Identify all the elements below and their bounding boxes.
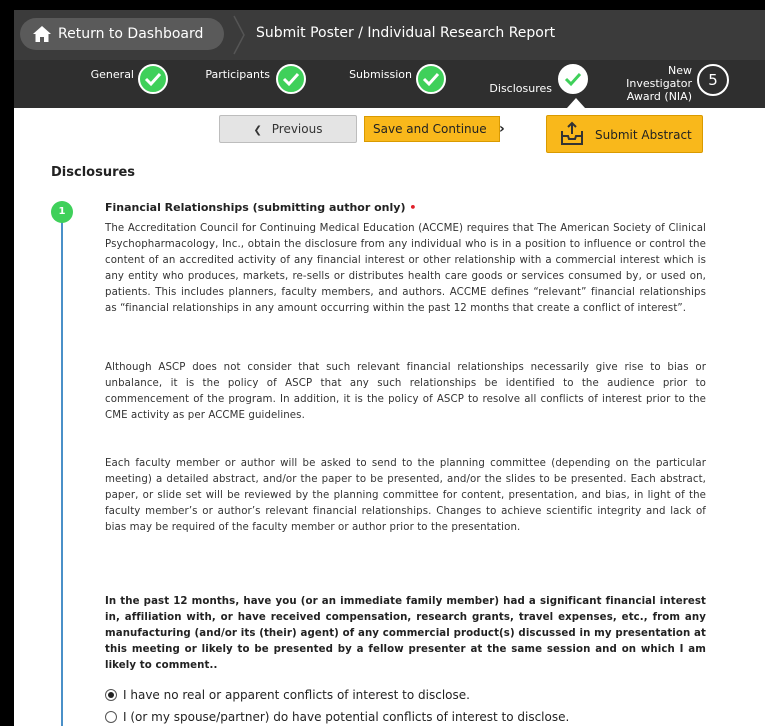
step-disclosures-label[interactable]: Disclosures	[470, 82, 552, 95]
chevron-left-icon: ❮	[253, 125, 262, 136]
step-general-label[interactable]: General	[74, 68, 134, 81]
previous-button[interactable]: ❮ Previous	[219, 115, 357, 143]
save-and-continue-button[interactable]: Save and Continue	[364, 116, 500, 142]
radio-option-no-conflicts[interactable]: I have no real or apparent conflicts of …	[105, 688, 470, 702]
step-nia-line3: Award (NIA)	[626, 90, 692, 103]
step-participants-check[interactable]	[276, 64, 306, 94]
previous-label: Previous	[271, 122, 323, 136]
step-general-check[interactable]	[138, 64, 168, 94]
breadcrumb-separator-icon	[233, 15, 245, 55]
disclosure-question: In the past 12 months, have you (or an i…	[105, 596, 706, 671]
active-step-pointer	[567, 98, 585, 108]
radio-option-no-conflicts-label: I have no real or apparent conflicts of …	[123, 688, 470, 702]
step-nia-line1: New	[668, 64, 692, 77]
step-participants-label[interactable]: Participants	[194, 68, 270, 81]
disclosure-paragraph-1: The Accreditation Council for Continuing…	[105, 223, 706, 314]
question-title-text: Financial Relationships (submitting auth…	[105, 201, 406, 214]
step-submission-label[interactable]: Submission	[334, 68, 412, 81]
timeline-line	[61, 220, 63, 726]
radio-button-unchecked[interactable]	[105, 711, 117, 723]
save-and-continue-label: Save and Continue	[373, 122, 487, 136]
radio-option-has-conflicts[interactable]: I (or my spouse/partner) do have potenti…	[105, 710, 569, 724]
inbox-upload-icon	[561, 121, 583, 145]
submit-abstract-label: Submit Abstract	[595, 128, 692, 142]
step-progress-bar: General Participants Submission Disclosu…	[14, 60, 765, 108]
top-bar: Return to Dashboard Submit Poster / Indi…	[14, 10, 765, 60]
step-submission-check[interactable]	[416, 64, 446, 94]
submit-abstract-button[interactable]: Submit Abstract	[546, 115, 703, 153]
step-nia-line2: Investigator	[626, 77, 692, 90]
checkmark-icon	[564, 72, 582, 87]
chevron-right-icon: ›	[499, 121, 505, 137]
checkmark-icon	[282, 72, 300, 87]
question-title: Financial Relationships (submitting auth…	[105, 201, 416, 214]
return-to-dashboard-label: Return to Dashboard	[58, 26, 204, 42]
section-title: Disclosures	[51, 165, 136, 180]
radio-option-has-conflicts-label: I (or my spouse/partner) do have potenti…	[123, 710, 570, 724]
step-disclosures-active[interactable]	[558, 64, 588, 94]
disclosure-paragraph-2: Although ASCP does not consider that suc…	[105, 362, 706, 421]
radio-button-checked[interactable]	[105, 689, 117, 701]
home-icon	[33, 26, 51, 42]
checkmark-icon	[422, 72, 440, 87]
page-title: Submit Poster / Individual Research Repo…	[256, 25, 556, 41]
page-frame: Return to Dashboard Submit Poster / Indi…	[14, 10, 765, 726]
step-nia-number[interactable]: 5	[697, 64, 729, 96]
required-indicator: •	[409, 201, 417, 214]
disclosure-paragraph-3: Each faculty member or author will be as…	[105, 458, 706, 533]
return-to-dashboard-button[interactable]: Return to Dashboard	[20, 18, 224, 50]
step-nia-label[interactable]: New Investigator Award (NIA)	[604, 64, 692, 103]
question-step-badge: 1	[51, 201, 73, 223]
checkmark-icon	[144, 72, 162, 87]
